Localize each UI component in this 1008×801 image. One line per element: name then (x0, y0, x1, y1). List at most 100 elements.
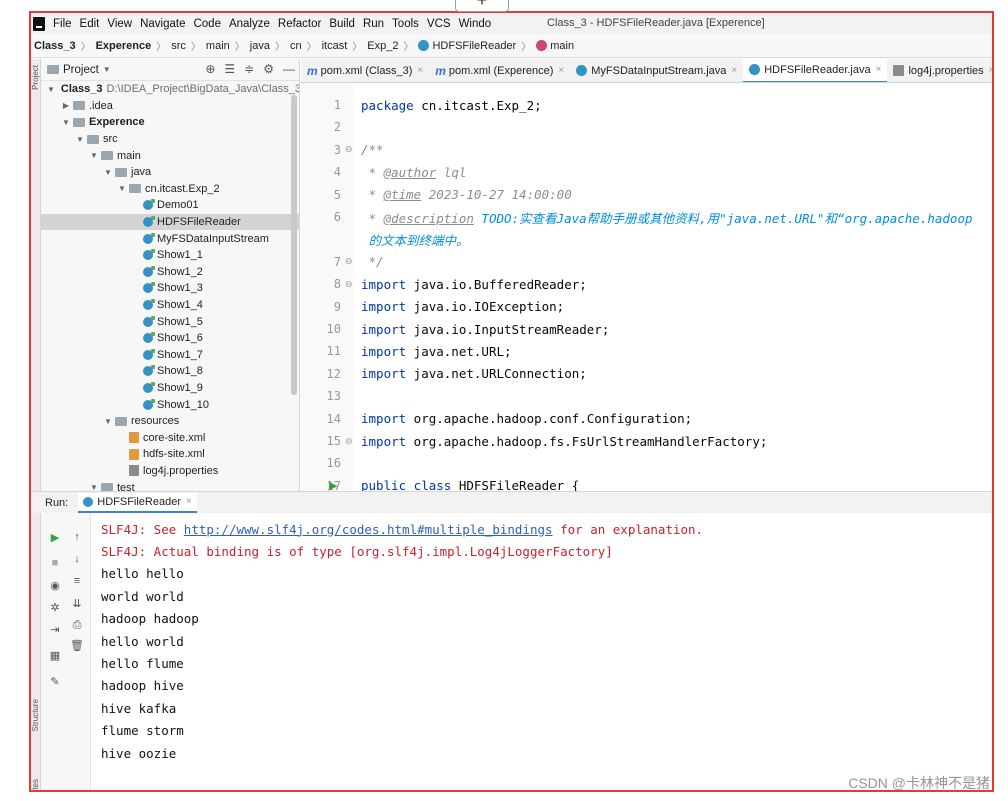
tree-item[interactable]: Show1_10 (41, 396, 299, 413)
project-scrollbar[interactable] (291, 95, 297, 395)
tree-item[interactable]: Demo01 (41, 197, 299, 214)
menu-item-analyze[interactable]: Analyze (229, 18, 270, 30)
run-tab[interactable]: HDFSFileReader × (78, 492, 197, 513)
structure-tool-label[interactable]: Structure (31, 699, 41, 731)
breadcrumb-item[interactable]: Class_3 (34, 40, 76, 52)
tree-item[interactable]: ▼ cn.itcast.Exp_2 (41, 181, 299, 198)
tree-item[interactable]: ▼ main (41, 147, 299, 164)
collapse-all-icon[interactable]: ☰ (224, 62, 235, 76)
code-editor[interactable]: 1 package cn.itcast.Exp_2; 2 3 /** ⊖ 4 * @auth… (301, 83, 992, 491)
menu-item-code[interactable]: Code (193, 18, 221, 30)
editor-tab[interactable]: log4j.properties × (887, 59, 992, 82)
chevron-down-icon[interactable]: ▼ (89, 483, 99, 491)
menu-item-tools[interactable]: Tools (392, 18, 419, 30)
scroll-down-icon[interactable]: ↓ (69, 551, 85, 567)
project-tool-label[interactable]: Project (31, 65, 41, 90)
menu-item-file[interactable]: File (53, 18, 72, 30)
tree-item[interactable]: Show1_5 (41, 313, 299, 330)
tree-item[interactable]: ▼ resources (41, 413, 299, 430)
menu-item-vcs[interactable]: VCS (427, 18, 451, 30)
scroll-to-end-icon[interactable]: ⇊ (69, 595, 85, 611)
tree-item[interactable]: Show1_2 (41, 264, 299, 281)
run-icon[interactable]: ▶ (329, 479, 337, 491)
print-icon[interactable]: ⎙ (69, 617, 85, 633)
tree-item[interactable]: Show1_4 (41, 297, 299, 314)
scroll-up-icon[interactable]: ↑ (69, 529, 85, 545)
breadcrumb-item[interactable]: cn (290, 40, 302, 52)
chevron-right-icon[interactable]: ▶ (61, 101, 71, 110)
tree-item[interactable]: Show1_8 (41, 363, 299, 380)
pin-icon[interactable]: ✎ (47, 673, 63, 689)
chevron-down-icon[interactable]: ▼ (103, 168, 113, 177)
layout-icon[interactable]: ▦ (47, 647, 63, 663)
favorites-tool-label[interactable]: Favorites (31, 779, 41, 790)
tree-item[interactable]: Show1_3 (41, 280, 299, 297)
chevron-down-icon[interactable]: ▼ (103, 65, 111, 74)
debug-icon[interactable]: ✲ (47, 599, 63, 615)
breadcrumb-item[interactable]: Experence (96, 40, 152, 52)
run-console[interactable]: SLF4J: See http://www.slf4j.org/codes.ht… (91, 513, 992, 790)
login-icon[interactable]: ⇥ (47, 621, 63, 637)
console-link[interactable]: http://www.slf4j.org/codes.html#multiple… (184, 522, 553, 537)
editor-tab[interactable]: HDFSFileReader.java × (743, 59, 888, 82)
breadcrumb-item[interactable]: HDFSFileReader (432, 40, 516, 52)
breadcrumb-item[interactable]: main (550, 40, 574, 52)
expand-all-icon[interactable]: ≑ (244, 62, 254, 76)
chevron-down-icon[interactable]: ▼ (117, 184, 127, 193)
menu-item-run[interactable]: Run (363, 18, 384, 30)
tree-item[interactable]: Show1_7 (41, 347, 299, 364)
close-icon[interactable]: × (558, 65, 564, 76)
menu-item-edit[interactable]: Edit (80, 18, 100, 30)
project-panel-title[interactable]: Project (63, 64, 99, 76)
tree-item[interactable]: ▼ test (41, 479, 299, 491)
editor-tab[interactable]: MyFSDataInputStream.java × (570, 59, 743, 82)
gear-icon[interactable]: ⚙ (263, 62, 274, 76)
camera-icon[interactable]: ◉ (47, 577, 63, 593)
chevron-down-icon[interactable]: ▼ (47, 85, 55, 94)
tree-item[interactable]: MyFSDataInputStream (41, 230, 299, 247)
soft-wrap-icon[interactable]: ≡ (69, 573, 85, 589)
menu-item-build[interactable]: Build (329, 18, 355, 30)
tree-item[interactable]: ▼ src (41, 131, 299, 148)
menu-item-refactor[interactable]: Refactor (278, 18, 321, 30)
tree-item[interactable]: ▼ Class_3 D:\IDEA_Project\BigData_Java\Cla… (41, 81, 299, 98)
tree-item[interactable]: HDFSFileReader (41, 213, 299, 231)
tree-item[interactable]: ▶ .idea (41, 98, 299, 115)
menu-item-navigate[interactable]: Navigate (140, 18, 185, 30)
close-icon[interactable]: × (876, 64, 882, 75)
close-icon[interactable]: × (731, 65, 737, 76)
breadcrumb-item[interactable]: itcast (322, 40, 348, 52)
tree-item[interactable]: ▼ Experence (41, 114, 299, 131)
fold-icon[interactable]: ⊖ (345, 436, 353, 447)
tree-item[interactable]: log4j.properties (41, 463, 299, 480)
tree-item[interactable]: ▼ java (41, 164, 299, 181)
tree-item[interactable]: Show1_1 (41, 247, 299, 264)
stop-icon[interactable]: ■ (47, 555, 63, 571)
rerun-icon[interactable]: ▶ (47, 529, 63, 545)
close-icon[interactable]: × (989, 65, 992, 76)
menu-item-view[interactable]: View (107, 18, 132, 30)
menu-item-windo[interactable]: Windo (459, 18, 492, 30)
breadcrumb-item[interactable]: java (250, 40, 270, 52)
tree-item[interactable]: Show1_6 (41, 330, 299, 347)
chevron-down-icon[interactable]: ▼ (89, 151, 99, 160)
tree-item[interactable]: core-site.xml (41, 429, 299, 446)
chevron-down-icon[interactable]: ▼ (103, 417, 113, 426)
tree-item[interactable]: Show1_9 (41, 380, 299, 397)
fold-icon[interactable]: ⊖ (345, 144, 353, 155)
editor-tab[interactable]: m pom.xml (Class_3) × (301, 59, 429, 82)
fold-icon[interactable]: ⊖ (345, 256, 353, 267)
hide-icon[interactable]: — (283, 62, 295, 76)
close-icon[interactable]: × (186, 496, 192, 507)
close-icon[interactable]: × (417, 65, 423, 76)
new-tab-button[interactable]: + (455, 0, 509, 12)
locate-icon[interactable]: ⊕ (205, 62, 215, 76)
chevron-down-icon[interactable]: ▼ (61, 118, 71, 127)
editor-tab[interactable]: m pom.xml (Experence) × (429, 59, 570, 82)
breadcrumb-item[interactable]: Exp_2 (367, 40, 398, 52)
fold-icon[interactable]: ⊖ (345, 279, 353, 290)
breadcrumb-item[interactable]: main (206, 40, 230, 52)
chevron-down-icon[interactable]: ▼ (75, 135, 85, 144)
breadcrumb-item[interactable]: src (171, 40, 186, 52)
trash-icon[interactable]: 🗑 (69, 637, 85, 653)
